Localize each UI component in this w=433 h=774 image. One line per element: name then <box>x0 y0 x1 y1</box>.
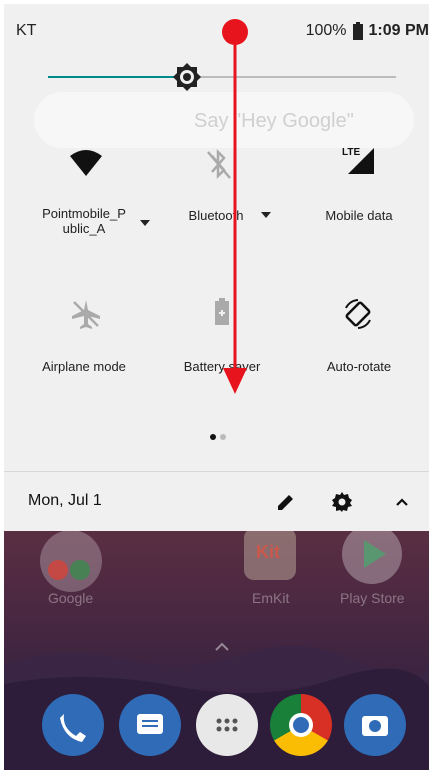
battery-icon <box>352 22 363 40</box>
tile-label-wifi: Pointmobile_P ublic_A <box>42 206 126 236</box>
page-dot <box>220 434 226 440</box>
collapse-chevron-icon[interactable] <box>390 490 414 514</box>
tile-label-bluetooth: Bluetooth <box>188 208 244 223</box>
ghost-search-hint: Say "Hey Google" <box>194 110 354 132</box>
airplane-off-icon[interactable] <box>66 294 106 334</box>
play-store-icon[interactable] <box>342 524 402 584</box>
chrome-icon[interactable] <box>270 694 332 756</box>
messages-icon[interactable] <box>119 694 181 756</box>
tile-label-mobile-data: Mobile data <box>325 208 393 223</box>
app-drawer-icon[interactable] <box>196 694 258 756</box>
carrier-name: KT <box>16 22 37 39</box>
svg-text:LTE: LTE <box>342 147 360 158</box>
wifi-dropdown-icon[interactable] <box>140 220 150 226</box>
date-label: Mon, Jul 1 <box>28 492 102 509</box>
google-folder-icon[interactable] <box>40 530 102 592</box>
bluetooth-off-icon[interactable] <box>198 144 238 184</box>
edit-icon[interactable] <box>274 490 298 514</box>
battery-saver-icon[interactable] <box>202 294 242 334</box>
brightness-icon[interactable] <box>172 62 202 92</box>
tile-label-auto-rotate: Auto-rotate <box>326 359 392 374</box>
clock: 1:09 PM <box>368 22 429 39</box>
tile-label-airplane-mode: Airplane mode <box>42 359 126 374</box>
settings-icon[interactable] <box>330 490 354 514</box>
phone-icon[interactable] <box>42 694 104 756</box>
status-right: 100% 1:09 PM <box>306 22 429 40</box>
tile-label-battery-saver: Battery saver <box>183 359 261 374</box>
lte-signal-icon[interactable]: LTE <box>338 142 378 182</box>
auto-rotate-icon[interactable] <box>338 294 378 334</box>
emkit-badge: Kit <box>256 542 280 562</box>
app-label-play-store: Play Store <box>340 590 405 606</box>
brightness-fill <box>48 76 188 78</box>
page-dot-active <box>210 434 216 440</box>
footer-divider <box>4 471 429 472</box>
phone-screen: Google Kit EmKit Play Store KT 100% 1:09… <box>4 4 429 770</box>
app-drawer-chevron-icon[interactable] <box>214 640 230 652</box>
battery-percent: 100% <box>305 22 347 39</box>
app-label-emkit: EmKit <box>252 590 290 606</box>
home-screen: Google Kit EmKit Play Store <box>4 524 429 770</box>
wifi-icon[interactable] <box>66 144 106 184</box>
brightness-slider[interactable] <box>48 76 396 78</box>
emkit-icon[interactable]: Kit <box>244 528 296 580</box>
quick-settings-panel: KT 100% 1:09 PM Say "Hey Google" Pointmo… <box>4 4 429 531</box>
bluetooth-dropdown-icon[interactable] <box>261 212 271 218</box>
page-indicator <box>210 434 226 440</box>
camera-icon[interactable] <box>344 694 406 756</box>
app-label-google: Google <box>48 590 94 606</box>
